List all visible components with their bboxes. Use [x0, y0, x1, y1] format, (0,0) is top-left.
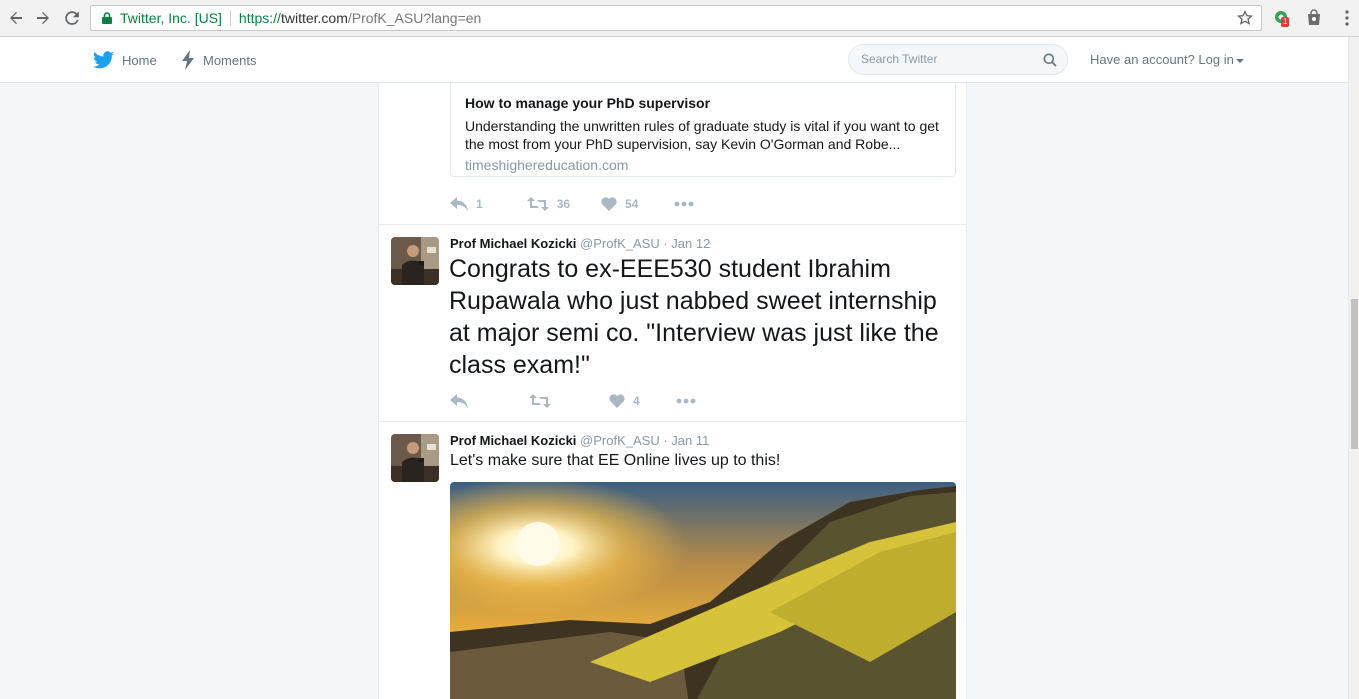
scrollbar-thumb[interactable] [1351, 299, 1358, 449]
nav-moments-label: Moments [203, 52, 257, 68]
nav-home[interactable]: Home [93, 37, 157, 83]
tweet-timestamp[interactable]: · Jan 11 [663, 433, 709, 448]
extension-badge: 1 [1281, 17, 1290, 27]
tweet-header: Prof Michael Kozicki @ProfK_ASU · Jan 12 [450, 236, 710, 251]
site-identity[interactable]: Twitter, Inc. [US] [120, 10, 222, 26]
avatar[interactable] [391, 237, 439, 285]
tweet-actions: 4 [450, 391, 696, 411]
heart-icon [601, 197, 617, 211]
reload-button[interactable] [62, 8, 82, 28]
url-path: /ProfK_ASU?lang=en [347, 10, 482, 26]
reply-icon [450, 394, 468, 408]
more-button[interactable] [676, 398, 696, 404]
like-button[interactable]: 54 [601, 197, 638, 211]
avatar[interactable] [391, 434, 439, 482]
tweet-photo[interactable] [450, 482, 956, 699]
extension-button-2[interactable] [1304, 8, 1324, 28]
author-name[interactable]: Prof Michael Kozicki [450, 433, 576, 448]
more-dots-icon [676, 398, 696, 404]
tweet-timestamp[interactable]: · Jan 12 [663, 236, 710, 251]
extension-button[interactable]: 1 [1272, 8, 1292, 28]
retweet-icon [526, 197, 549, 211]
url-text[interactable]: https://twitter.com/ProfK_ASU?lang=en [239, 10, 481, 26]
caret-down-icon [1235, 58, 1244, 63]
more-dots-icon [675, 201, 694, 207]
twitter-topbar: Home Moments Have an account? Log in [0, 37, 1348, 83]
lightning-icon [182, 50, 194, 70]
reply-icon [450, 197, 468, 211]
browser-menu-button[interactable] [1337, 8, 1357, 28]
retweet-button[interactable] [529, 394, 559, 408]
address-bar[interactable]: Twitter, Inc. [US] https://twitter.com/P… [90, 5, 1262, 31]
retweet-icon [529, 394, 551, 408]
retweet-button[interactable]: 36 [526, 197, 571, 211]
tweet-divider [379, 421, 966, 422]
arrow-right-icon [37, 12, 49, 24]
card-domain: timeshighereducation.com [465, 157, 629, 173]
url-host: twitter.com [280, 10, 348, 26]
like-count: 4 [633, 394, 640, 408]
reload-icon [65, 11, 79, 25]
page-scrollbar[interactable] [1348, 37, 1359, 699]
search-input[interactable] [861, 52, 1041, 66]
omnibox-separator [229, 10, 231, 26]
tweet-divider [379, 224, 966, 225]
heart-icon [609, 394, 625, 408]
author-handle[interactable]: @ProfK_ASU [580, 433, 660, 448]
back-button[interactable] [6, 8, 26, 28]
more-vertical-icon [1345, 10, 1349, 26]
forward-button[interactable] [33, 8, 53, 28]
like-button[interactable]: 4 [609, 394, 640, 408]
nav-home-label: Home [122, 52, 157, 68]
browser-toolbar: Twitter, Inc. [US] https://twitter.com/P… [0, 0, 1359, 37]
author-handle[interactable]: @ProfK_ASU [580, 236, 660, 251]
like-count: 54 [625, 197, 639, 211]
card-title: How to manage your PhD supervisor [465, 95, 711, 111]
reply-button[interactable]: 1 [450, 197, 483, 211]
url-scheme: https:// [238, 10, 281, 26]
reply-count: 1 [476, 197, 483, 211]
card-description: Understanding the unwritten rules of gra… [465, 118, 939, 152]
nav-moments[interactable]: Moments [181, 37, 256, 83]
shopping-bag-icon [1308, 9, 1320, 25]
tweet-actions: 1 36 54 [450, 194, 694, 214]
bookmark-star-icon[interactable] [1236, 9, 1254, 26]
link-card[interactable]: How to manage your PhD supervisor Unders… [450, 83, 956, 177]
more-button[interactable] [674, 201, 694, 207]
author-name[interactable]: Prof Michael Kozicki [450, 236, 576, 251]
tweet-text: Congrats to ex-EEE530 student Ibrahim Ru… [449, 255, 939, 379]
tweet-header: Prof Michael Kozicki @ProfK_ASU · Jan 11 [450, 433, 709, 448]
search-icon[interactable] [1043, 53, 1057, 72]
search-box [848, 44, 1068, 75]
lock-icon [100, 11, 114, 25]
login-label: Have an account? Log in [1090, 52, 1234, 67]
login-dropdown[interactable]: Have an account? Log in [1090, 52, 1244, 67]
twitter-bird-icon [93, 51, 114, 69]
timeline: How to manage your PhD supervisor Unders… [378, 83, 967, 699]
tweet-text: Let's make sure that EE Online lives up … [450, 452, 781, 469]
arrow-left-icon [10, 12, 22, 24]
retweet-count: 36 [556, 197, 571, 211]
reply-button[interactable] [450, 394, 476, 408]
